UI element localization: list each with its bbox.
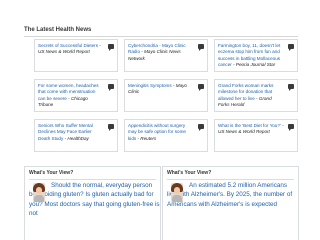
news-source: US News & World Report <box>38 49 90 55</box>
comment-icon[interactable] <box>288 124 294 131</box>
news-source: HealthDay <box>67 135 89 141</box>
comment-icon[interactable] <box>288 84 294 91</box>
news-headline-link[interactable]: Secrets of Successful Dieters <box>38 43 98 48</box>
news-card: Secrets of Successful Dieters - US News … <box>34 39 118 72</box>
news-headline-link[interactable]: Appendicitis without surgery may be safe… <box>128 123 186 141</box>
news-card: Seniors Who Suffer Mental Declines May F… <box>34 119 118 152</box>
view-divider <box>29 179 156 180</box>
comment-icon[interactable] <box>108 44 114 51</box>
section-divider <box>24 36 298 37</box>
news-headline-link[interactable]: Meningitis Symptoms <box>128 83 172 88</box>
comment-icon[interactable] <box>288 44 294 51</box>
comment-icon[interactable] <box>198 84 204 91</box>
news-source: US News & World Report <box>218 129 270 135</box>
comment-icon[interactable] <box>198 124 204 131</box>
view-title: What's Your View? <box>29 170 74 176</box>
news-card: Appendicitis without surgery may be safe… <box>124 119 208 152</box>
news-headline-link[interactable]: For some women, headaches that come with… <box>38 83 99 101</box>
news-card: Farmington boy, 11, doesn't let eczema s… <box>214 39 298 72</box>
news-source: Peoria Journal Star <box>235 62 276 68</box>
news-card: Cyberchondria - Mayo Clinic Radio - Mayo… <box>124 39 208 72</box>
news-headline-link[interactable]: What is the 'Best Diet for You?' <box>218 123 281 128</box>
view-question-link[interactable]: Should the normal, everyday person be av… <box>29 181 160 218</box>
section-title: The Latest Health News <box>24 27 92 33</box>
comment-icon[interactable] <box>108 84 114 91</box>
whats-your-view-panel: What's Your View? Should the normal, eve… <box>24 166 161 240</box>
comment-icon[interactable] <box>198 44 204 51</box>
view-divider <box>167 179 294 180</box>
view-title: What's Your View? <box>167 170 212 176</box>
news-source: Reuters <box>140 135 157 141</box>
news-card: What is the 'Best Diet for You?' - US Ne… <box>214 119 298 152</box>
health-news-page: The Latest Health News Secrets of Succes… <box>0 0 320 240</box>
comment-icon[interactable] <box>108 124 114 131</box>
whats-your-view-panel: What's Your View? An estimated 5.2 milli… <box>162 166 299 240</box>
news-card: Meningitis Symptoms - Mayo Clinic <box>124 79 208 112</box>
view-question-link[interactable]: An estimated 5.2 million Americans live … <box>167 181 298 209</box>
news-card: Grand Forks woman marks milestone for do… <box>214 79 298 112</box>
news-grid: Secrets of Successful Dieters - US News … <box>34 39 298 152</box>
person-avatar <box>33 183 45 202</box>
news-card: For some women, headaches that come with… <box>34 79 118 112</box>
person-avatar <box>171 183 183 202</box>
